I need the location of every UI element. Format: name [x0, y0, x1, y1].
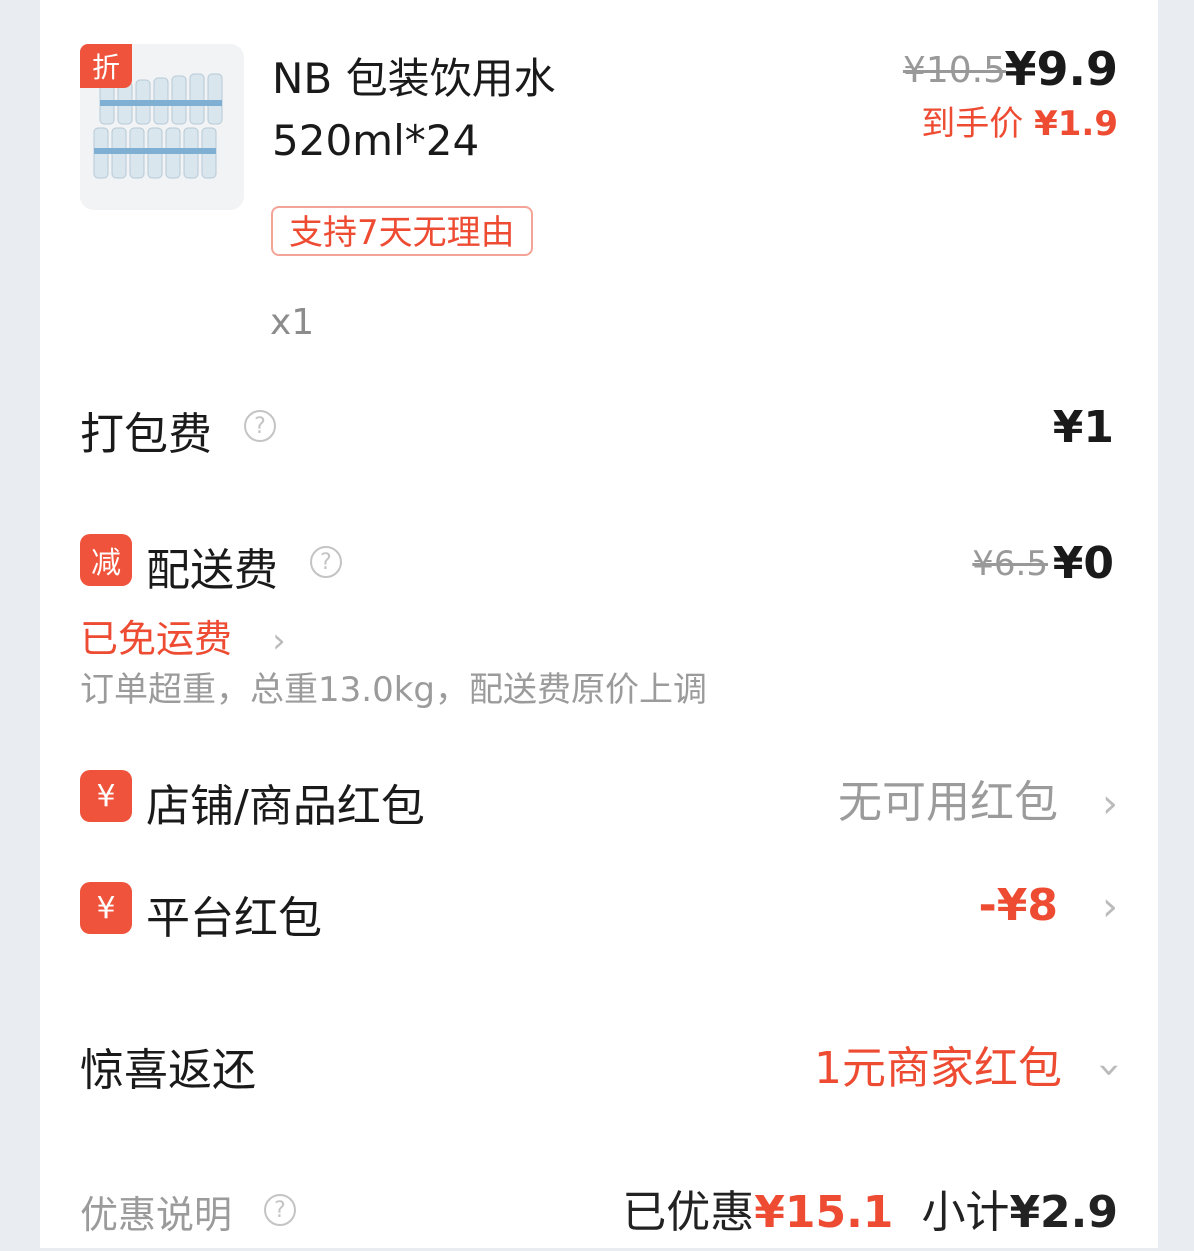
- saved-label: 已优惠: [622, 1187, 755, 1238]
- shop-coupon-badge: ¥: [80, 770, 132, 822]
- summary-totals: 已优惠¥15.1 小计¥2.9: [622, 1176, 1118, 1240]
- chevron-right-icon: ›: [1102, 884, 1118, 930]
- chevron-right-icon: ›: [272, 621, 286, 661]
- final-price-value: ¥1.9: [1034, 104, 1118, 144]
- original-price: ¥10.5: [902, 50, 1006, 91]
- platform-coupon-value: -¥8: [978, 880, 1059, 931]
- delivery-help-icon[interactable]: ?: [310, 546, 342, 578]
- overweight-note: 订单超重，总重13.0kg，配送费原价上调: [80, 670, 707, 710]
- surprise-value: 1元商家红包: [814, 1043, 1062, 1094]
- subtotal-value: ¥2.9: [1009, 1187, 1118, 1238]
- packing-help-icon[interactable]: ?: [244, 410, 276, 442]
- platform-coupon-badge: ¥: [80, 882, 132, 934]
- delivery-fee-label: 配送费: [146, 545, 278, 596]
- platform-coupon-label: 平台红包: [146, 893, 322, 944]
- final-price-row: 到手价 ¥1.9: [921, 96, 1118, 145]
- subtotal-label: 小计: [921, 1187, 1010, 1238]
- packing-fee-value: ¥1: [1052, 402, 1114, 453]
- free-shipping-link[interactable]: 已免运费 ›: [80, 608, 286, 663]
- surprise-label: 惊喜返还: [80, 1045, 256, 1096]
- chevron-right-icon: ›: [1102, 781, 1118, 827]
- shop-coupon-selector[interactable]: 无可用红包 ›: [838, 766, 1118, 830]
- platform-coupon-selector[interactable]: -¥8 ›: [979, 880, 1119, 931]
- discount-help-icon[interactable]: ?: [264, 1194, 296, 1226]
- final-price-label: 到手价: [921, 104, 1024, 144]
- chevron-down-icon: ›: [1087, 1062, 1133, 1078]
- packing-fee-label: 打包费: [80, 409, 212, 460]
- shop-coupon-label: 店铺/商品红包: [146, 781, 425, 832]
- discount-badge: 折: [80, 44, 132, 88]
- free-shipping-text: 已免运费: [80, 617, 233, 661]
- discount-info-label: 优惠说明: [80, 1193, 233, 1237]
- surprise-selector[interactable]: 1元商家红包 ›: [814, 1032, 1133, 1096]
- reduce-badge: 减: [80, 534, 132, 586]
- current-price: ¥9.9: [1004, 42, 1119, 96]
- product-quantity: x1: [270, 302, 315, 343]
- product-title[interactable]: NB 包装饮用水 520ml*24: [272, 48, 692, 172]
- return-policy-tag: 支持7天无理由: [271, 206, 533, 256]
- saved-value: ¥15.1: [754, 1187, 894, 1238]
- shop-coupon-value: 无可用红包: [838, 777, 1058, 828]
- delivery-original-fee: ¥6.5: [972, 544, 1048, 584]
- delivery-fee-value: ¥0: [1052, 538, 1114, 589]
